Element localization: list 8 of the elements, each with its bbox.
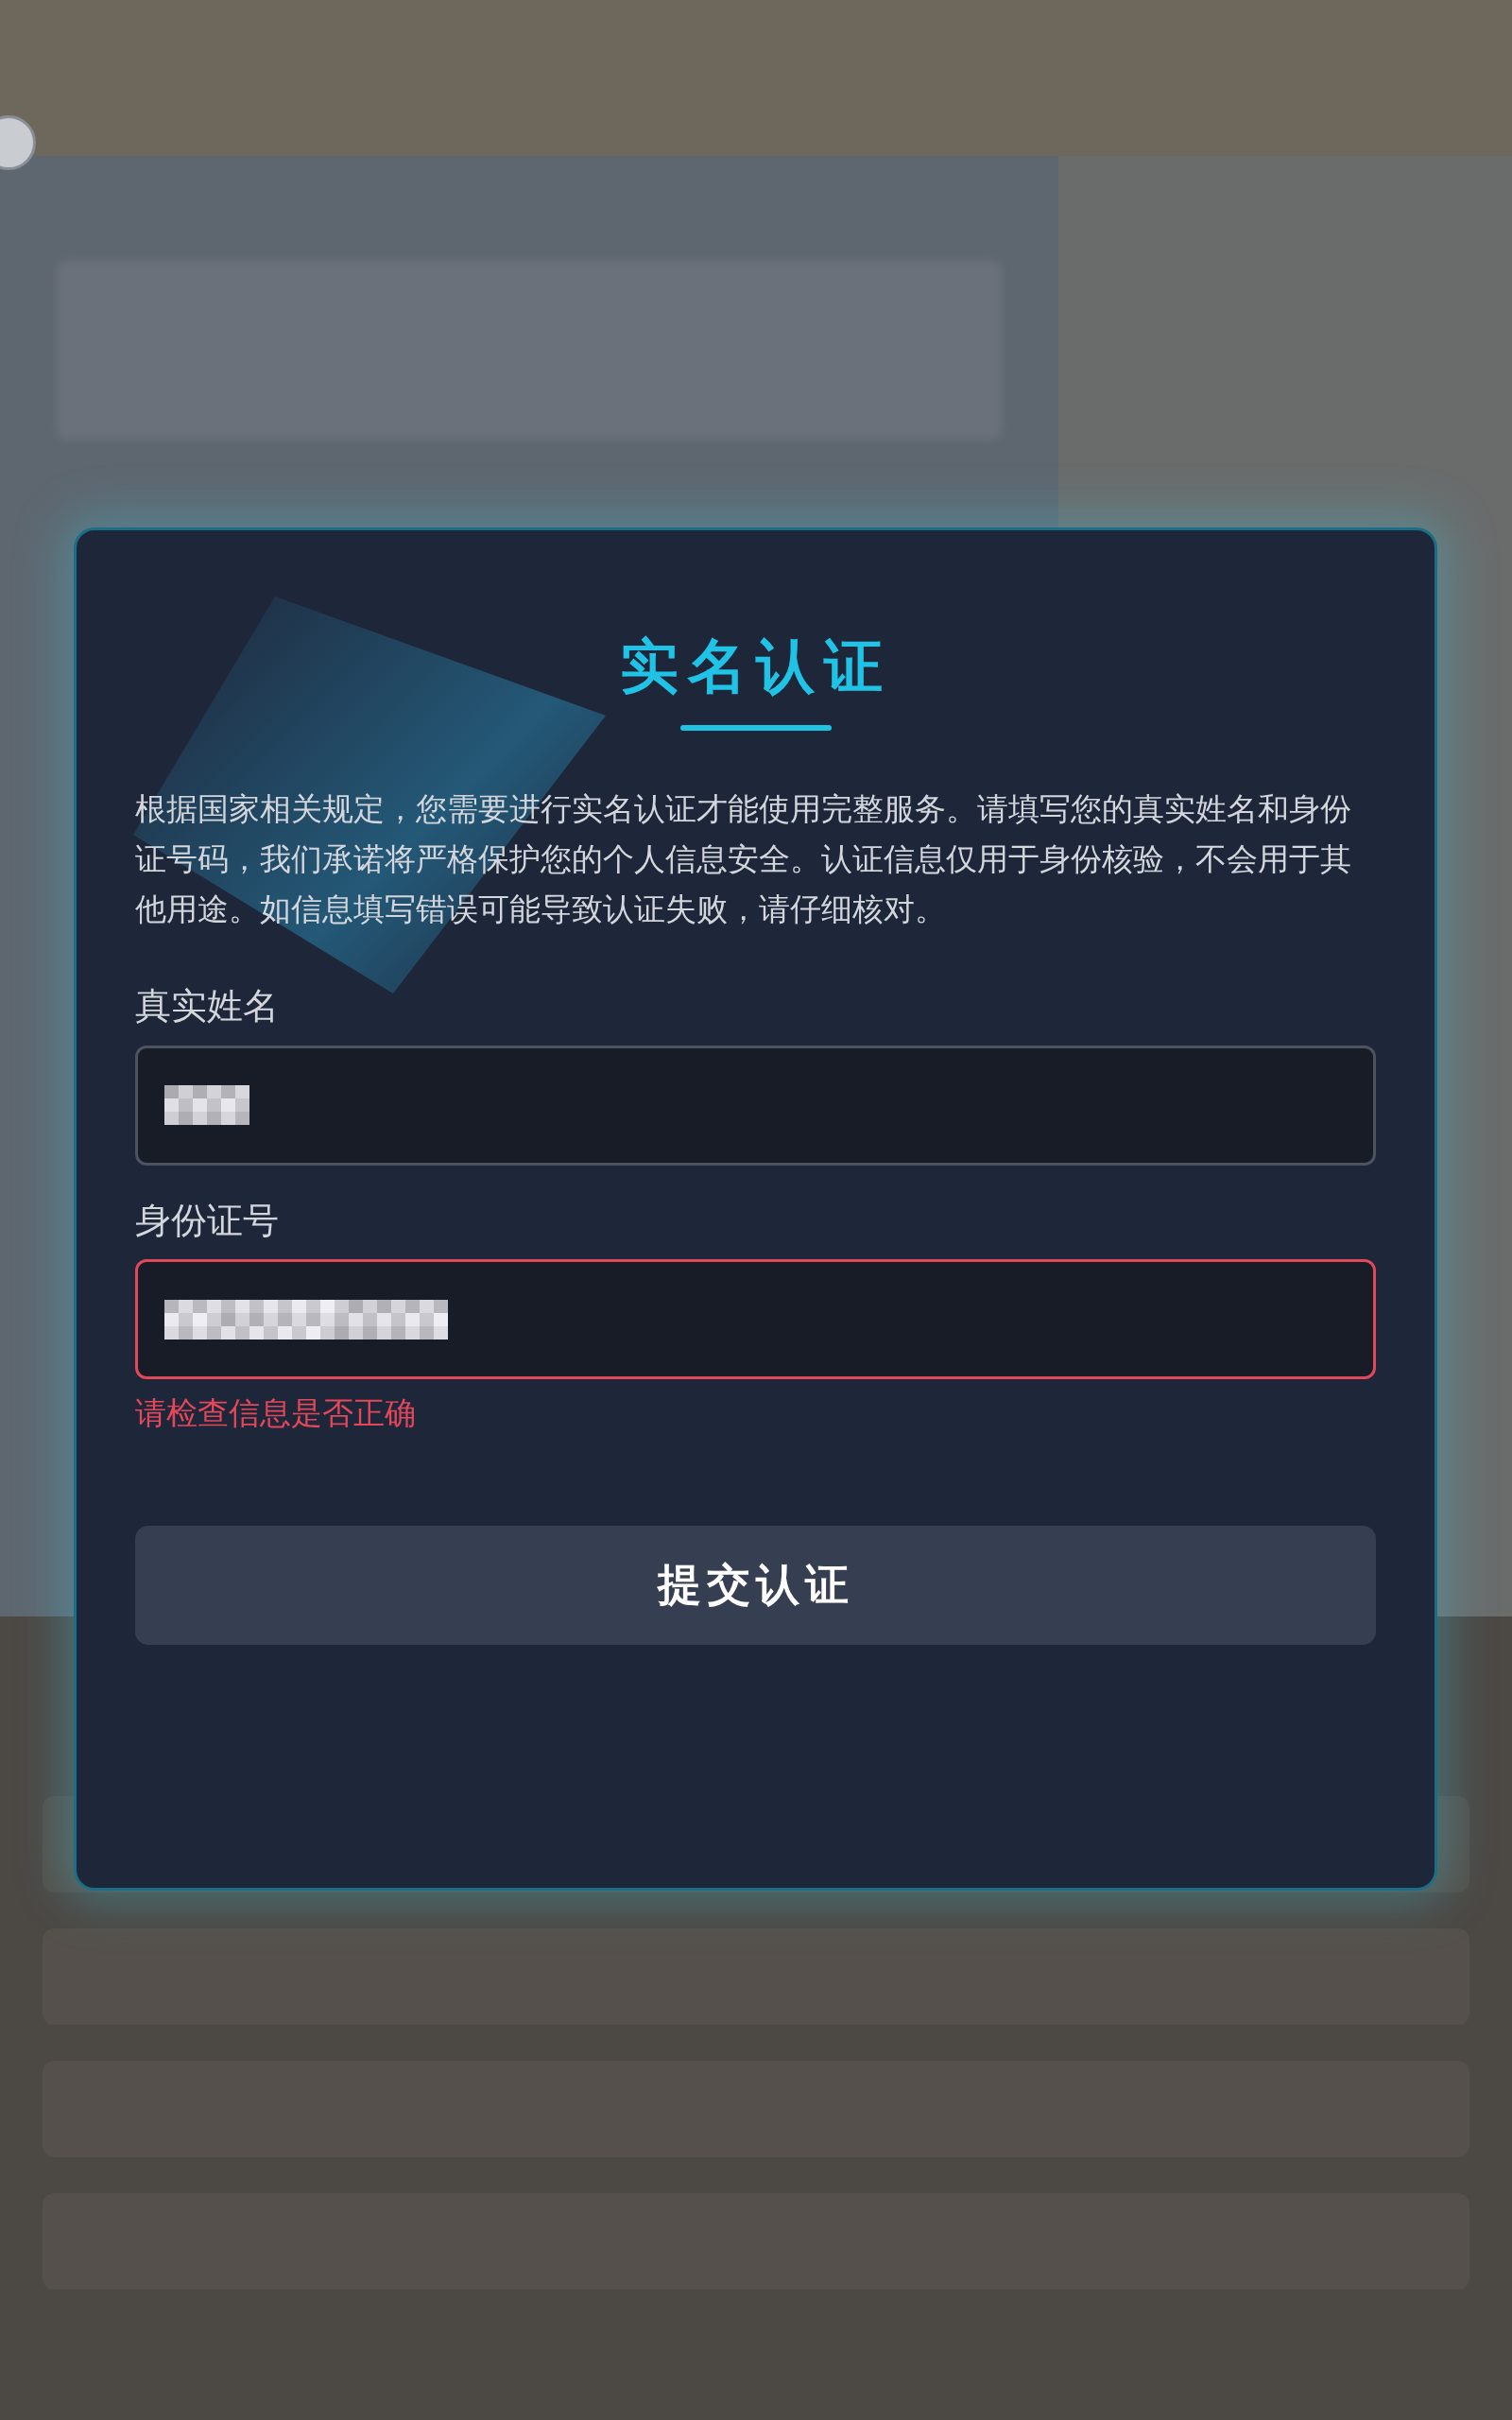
input-field[interactable] bbox=[135, 1045, 1376, 1166]
submit-button[interactable]: 提交认证 bbox=[135, 1526, 1376, 1646]
input-field[interactable] bbox=[135, 1259, 1376, 1380]
description-text: 根据国家相关规定，您需要进行实名认证才能使用完整服务。请填写您的真实姓名和身份证号码，我们承诺将严格保护您的个人信息安全。认证信息仅用于身份核验，不会用于其他用途。如信息填写错误可能导致认证失败，请仔细核对。 bbox=[135, 789, 1352, 930]
field-label: 真实姓名 bbox=[135, 985, 280, 1028]
dialog-title: 实名认证 bbox=[619, 634, 892, 700]
field-label: 身份证号 bbox=[135, 1199, 280, 1243]
error-message: 请检查信息是否正确 bbox=[135, 1393, 417, 1434]
